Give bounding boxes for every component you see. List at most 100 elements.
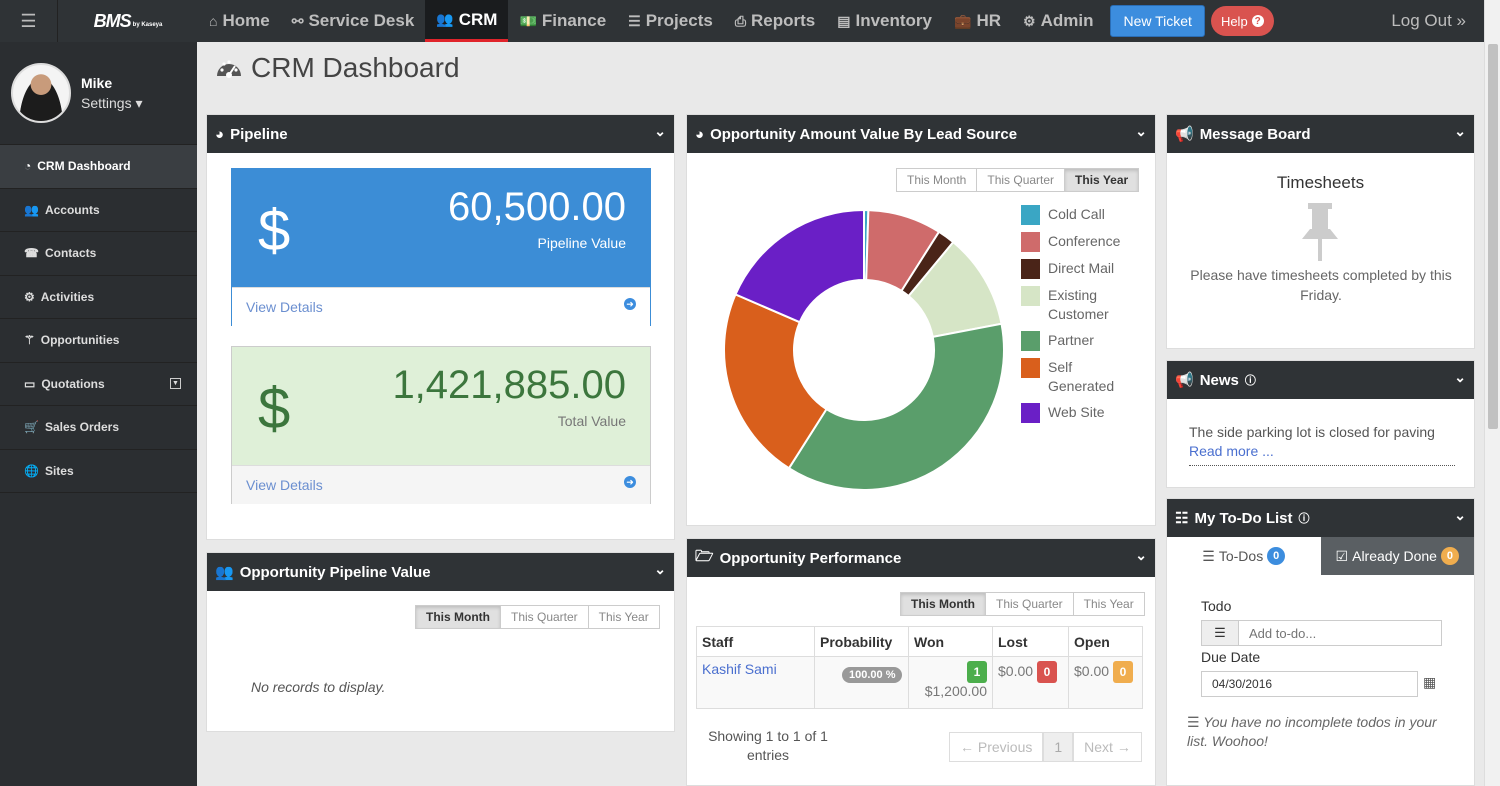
sidebar-item-label: CRM Dashboard — [37, 159, 131, 174]
staff-link[interactable]: Kashif Sami — [696, 656, 815, 709]
sidebar-item-label: Sites — [44, 463, 74, 478]
tab-todos[interactable]: ☰ To-Dos 0 — [1167, 537, 1321, 575]
briefcase-icon: 💼 — [954, 12, 972, 29]
nav-item-finance[interactable]: 💵 Finance — [508, 0, 617, 42]
sidebar-item-activities[interactable]: ⚙ Activities — [0, 276, 197, 319]
scrollbar[interactable] — [1484, 0, 1500, 786]
legend-swatch — [1021, 259, 1040, 279]
sidebar-item-sales-orders[interactable]: 🛒 Sales Orders — [0, 406, 197, 450]
collapse-chevron-icon[interactable]: ⌄ — [1454, 123, 1466, 140]
scrollbar-thumb[interactable] — [1488, 44, 1498, 429]
period-this-year[interactable]: This Year — [1064, 169, 1139, 191]
message-text: Please have timesheets completed by this… — [1190, 267, 1452, 303]
period-this-month[interactable]: This Month — [901, 593, 985, 615]
nav-item-crm[interactable]: 👥 CRM — [425, 0, 509, 42]
nav-item-inventory[interactable]: ▤ Inventory — [826, 0, 943, 42]
collapse-chevron-icon[interactable]: ⌄ — [1135, 547, 1147, 564]
collapse-chevron-icon[interactable]: ⌄ — [1454, 369, 1466, 386]
next-button[interactable]: Next → — [1073, 732, 1142, 762]
previous-button[interactable]: ← Previous — [949, 732, 1044, 762]
read-more-link[interactable]: Read more ... — [1189, 442, 1455, 461]
new-ticket-button[interactable]: New Ticket — [1110, 5, 1205, 37]
nav-item-projects[interactable]: ☰ Projects — [617, 0, 724, 42]
collapse-chevron-icon[interactable]: ⌄ — [654, 561, 666, 578]
sidebar-item-label: Accounts — [44, 202, 100, 217]
legend-swatch — [1021, 232, 1040, 252]
arrow-circle-right-icon: ➜ — [624, 298, 636, 310]
nav-item-label: CRM — [458, 9, 498, 29]
sidebar-item-opportunities[interactable]: ⚚ Opportunities — [0, 319, 197, 363]
legend-item[interactable]: Cold Call — [1021, 205, 1128, 225]
due-date-input[interactable]: 04/30/2016 — [1201, 671, 1418, 697]
legend-label: Self Generated — [1048, 359, 1115, 394]
avatar[interactable] — [11, 63, 71, 123]
nav-item-label: Admin — [1040, 11, 1094, 30]
sidebar-item-quotations[interactable]: ▭ Quotations ▼ — [0, 363, 197, 406]
period-this-month[interactable]: This Month — [416, 606, 500, 628]
table-header-row: Staff Probability Won Lost Open — [696, 626, 1143, 657]
view-details-link[interactable]: View Details ➜ — [232, 465, 650, 504]
page-1-button[interactable]: 1 — [1043, 732, 1074, 762]
tab-already-done[interactable]: ☑ Already Done 0 — [1320, 537, 1474, 575]
settings-dropdown[interactable]: Settings ▾ — [81, 95, 143, 112]
todos-count-badge: 0 — [1267, 547, 1286, 565]
column-header[interactable]: Open — [1068, 626, 1143, 657]
sidebar-item-label: Quotations — [41, 376, 105, 391]
period-this-year[interactable]: This Year — [1072, 593, 1144, 615]
sidebar-item-crm-dashboard[interactable]: ◔ CRM Dashboard — [0, 145, 197, 189]
nav-item-reports[interactable]: ⎙ Reports — [724, 0, 826, 42]
legend-item[interactable]: Direct Mail — [1021, 259, 1128, 279]
print-icon: ⎙ — [734, 12, 747, 29]
performance-table: Staff Probability Won Lost Open Kashif S… — [696, 626, 1143, 709]
nav-item-home[interactable]: ⌂ Home — [198, 0, 281, 42]
sidebar-item-accounts[interactable]: 👥 Accounts — [0, 189, 197, 232]
collapse-chevron-icon[interactable]: ⌄ — [1454, 507, 1466, 524]
legend-swatch — [1021, 403, 1040, 423]
column-header[interactable]: Lost — [992, 626, 1069, 657]
period-this-year[interactable]: This Year — [587, 606, 659, 628]
info-icon[interactable]: ⓘ — [1245, 372, 1256, 388]
column-header[interactable]: Probability — [814, 626, 909, 657]
donut-chart — [723, 208, 1005, 491]
money-icon: 💵 — [519, 12, 537, 29]
done-count-badge: 0 — [1440, 547, 1459, 565]
open-amount: $0.00 — [1074, 663, 1110, 679]
sidebar-item-contacts[interactable]: ☎ Contacts — [0, 232, 197, 276]
column-header[interactable]: Won — [908, 626, 993, 657]
message-board-panel: 📢 Message Board ⌄ Timesheets Please have … — [1166, 114, 1475, 349]
legend-item[interactable]: Web Site — [1021, 403, 1128, 423]
sitemap-icon: ⚯ — [291, 12, 304, 29]
collapse-chevron-icon[interactable]: ⌄ — [1135, 123, 1147, 140]
top-navbar: ☰ BMS by Kaseya ⌂ Home ⚯ Service Desk 👥 CRM 💵 Fi… — [0, 0, 1500, 42]
period-this-quarter[interactable]: This Quarter — [976, 169, 1065, 191]
expand-caret-icon[interactable]: ▼ — [170, 378, 181, 390]
menu-toggle-button[interactable]: ☰ — [0, 0, 58, 42]
calendar-icon[interactable]: ▦ — [1423, 674, 1436, 691]
sidebar-item-sites[interactable]: 🌐 Sites — [0, 450, 197, 493]
open-cell: $0.00 0 — [1068, 656, 1143, 709]
probability-cell: 100.00 % — [814, 656, 909, 709]
add-todo-input[interactable] — [1239, 625, 1439, 641]
column-header[interactable]: Staff — [696, 626, 815, 657]
brand-logo[interactable]: BMS by Kaseya — [58, 0, 198, 42]
news-panel: 📢 News ⓘ ⌄ The side parking lot is closed… — [1166, 360, 1475, 488]
empty-message: No records to display. — [251, 679, 386, 695]
nav-item-admin[interactable]: ⚙ Admin — [1012, 0, 1104, 42]
info-icon[interactable]: ⓘ — [1299, 510, 1310, 526]
help-button[interactable]: Help? — [1210, 6, 1274, 36]
view-details-link[interactable]: View Details ➜ — [232, 287, 650, 326]
period-this-quarter[interactable]: This Quarter — [499, 606, 588, 628]
legend-item[interactable]: Self Generated — [1021, 358, 1128, 396]
logout-link[interactable]: Log Out » — [1391, 0, 1466, 42]
nav-item-service-desk[interactable]: ⚯ Service Desk — [281, 0, 426, 42]
panel-header: 👥 Opportunity Pipeline Value ⌄ — [207, 553, 674, 591]
period-this-quarter[interactable]: This Quarter — [984, 593, 1073, 615]
collapse-chevron-icon[interactable]: ⌄ — [654, 123, 666, 140]
cart-icon: 🛒 — [24, 420, 39, 435]
legend-item[interactable]: Partner — [1021, 331, 1128, 351]
period-this-month[interactable]: This Month — [897, 169, 977, 191]
todo-empty-message: ☰ You have no incomplete todos in your l… — [1187, 714, 1437, 749]
legend-item[interactable]: Conference — [1021, 232, 1128, 252]
nav-item-hr[interactable]: 💼 HR — [943, 0, 1012, 42]
legend-item[interactable]: Existing Customer — [1021, 286, 1128, 324]
